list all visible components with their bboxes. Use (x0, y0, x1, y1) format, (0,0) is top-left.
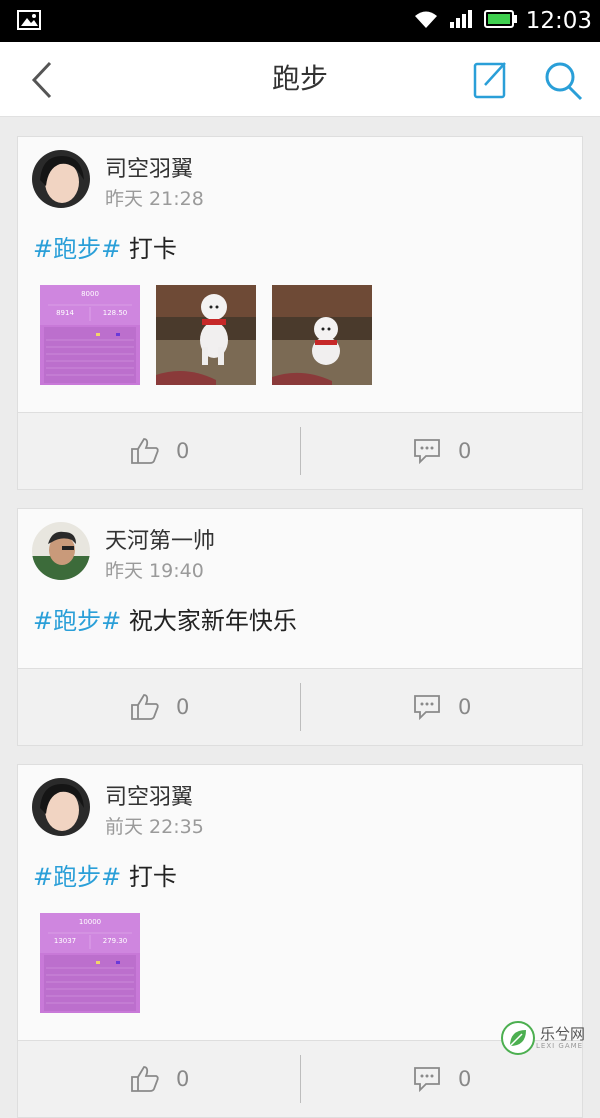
thumb-distance: 128.50 (103, 309, 128, 317)
comment-count: 0 (458, 695, 472, 719)
back-button[interactable] (28, 60, 58, 100)
like-count: 0 (176, 439, 190, 463)
post-card[interactable]: 天河第一帅 昨天 19:40 #跑步# 祝大家新年快乐 0 0 (17, 508, 583, 746)
comment-button[interactable]: 0 (412, 669, 471, 745)
post-time: 昨天 19:40 (105, 560, 204, 582)
post-content: #跑步# 打卡 (33, 857, 177, 892)
post-actions: 0 0 (18, 668, 582, 745)
post-actions: 0 0 (18, 412, 582, 489)
hashtag-link[interactable]: #跑步# (33, 235, 121, 263)
thumbs-up-icon (131, 1066, 159, 1092)
image-thumbnail[interactable] (272, 285, 372, 385)
signal-icon (448, 8, 476, 34)
thumb-goal: 8000 (81, 290, 99, 298)
search-button[interactable] (542, 59, 584, 101)
watermark: 乐兮网 LEXI GAME (500, 1020, 585, 1056)
comment-count: 0 (458, 439, 472, 463)
thumb-distance: 279.30 (103, 937, 128, 945)
post-text: 祝大家新年快乐 (128, 607, 297, 635)
wifi-icon (412, 8, 440, 34)
edit-icon (473, 62, 506, 99)
like-button[interactable]: 0 (130, 1041, 189, 1117)
thumbs-up-icon (131, 694, 159, 720)
like-count: 0 (176, 695, 190, 719)
watermark-subtext: LEXI GAME (536, 1042, 584, 1050)
divider (300, 683, 301, 731)
username[interactable]: 司空羽翼 (105, 151, 193, 183)
post-actions: 0 0 (18, 1040, 582, 1117)
post-content: #跑步# 祝大家新年快乐 (33, 601, 297, 636)
post-images: 10000 13037 279.30 (40, 913, 140, 1013)
username[interactable]: 天河第一帅 (105, 523, 215, 555)
nav-bar: 跑步 (0, 42, 600, 117)
page-title: 跑步 (271, 62, 328, 95)
post-card[interactable]: 司空羽翼 前天 22:35 #跑步# 打卡 10000 13037 279.30 0… (17, 764, 583, 1118)
watermark-text: 乐兮网 (540, 1025, 586, 1043)
like-count: 0 (176, 1067, 190, 1091)
user-avatar[interactable] (32, 778, 90, 836)
thumb-goal: 10000 (79, 918, 101, 926)
comment-count: 0 (458, 1067, 472, 1091)
comment-button[interactable]: 0 (412, 413, 471, 489)
comment-button[interactable]: 0 (412, 1041, 471, 1117)
image-thumbnail[interactable]: 8000 8914 128.50 (40, 285, 140, 385)
search-icon (545, 62, 583, 101)
comment-icon (414, 439, 440, 465)
post-time: 昨天 21:28 (105, 188, 204, 210)
comment-icon (414, 1067, 440, 1093)
status-bar: 12:03 (0, 0, 600, 42)
chevron-left-icon (31, 61, 52, 99)
image-thumbnail[interactable] (156, 285, 256, 385)
user-avatar[interactable] (32, 522, 90, 580)
post-images: 8000 8914 128.50 (40, 285, 372, 385)
battery-icon (483, 9, 518, 33)
user-avatar[interactable] (32, 150, 90, 208)
hashtag-link[interactable]: #跑步# (33, 863, 121, 891)
post-text: 打卡 (128, 235, 177, 263)
thumbs-up-icon (131, 438, 159, 464)
clock: 12:03 (525, 8, 592, 34)
leaf-logo-icon (501, 1021, 535, 1055)
post-text: 打卡 (128, 863, 177, 891)
gallery-notification-icon (17, 10, 41, 34)
hashtag-link[interactable]: #跑步# (33, 607, 121, 635)
like-button[interactable]: 0 (130, 413, 189, 489)
post-time: 前天 22:35 (105, 816, 204, 838)
thumb-steps: 13037 (54, 937, 76, 945)
compose-button[interactable] (472, 59, 510, 101)
post-content: #跑步# 打卡 (33, 229, 177, 264)
thumb-steps: 8914 (56, 309, 74, 317)
comment-icon (414, 695, 440, 721)
like-button[interactable]: 0 (130, 669, 189, 745)
divider (300, 427, 301, 475)
image-thumbnail[interactable]: 10000 13037 279.30 (40, 913, 140, 1013)
post-card[interactable]: 司空羽翼 昨天 21:28 #跑步# 打卡 8000 8914 128.50 0 (17, 136, 583, 490)
divider (300, 1055, 301, 1103)
username[interactable]: 司空羽翼 (105, 779, 193, 811)
